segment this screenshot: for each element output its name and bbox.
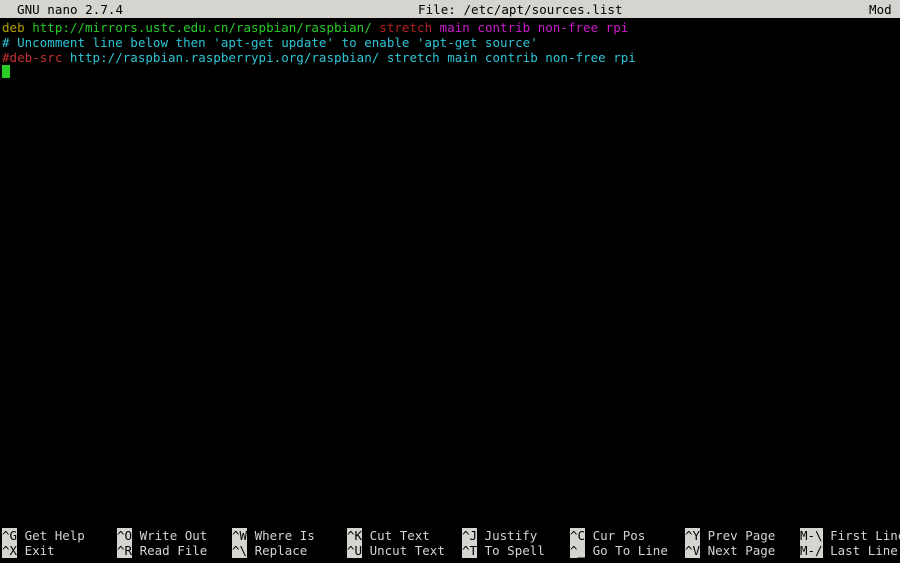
shortcut-key: ^O — [117, 528, 133, 543]
shortcut-label: Exit — [17, 543, 55, 558]
shortcut-key: ^V — [685, 543, 701, 558]
shortcut-label: Where Is — [247, 528, 315, 543]
shortcut-key: M-/ — [800, 543, 823, 558]
shortcut-entry[interactable]: ^U Uncut Text — [347, 543, 445, 558]
apt-deb-src-keyword: #deb-src — [2, 50, 63, 65]
text-cursor — [2, 65, 10, 78]
nano-version-label: GNU nano 2.7.4 — [17, 2, 124, 17]
shortcut-label: Cut Text — [362, 528, 430, 543]
apt-deb-src-rest: http://raspbian.raspberrypi.org/raspbian… — [62, 50, 636, 65]
shortcut-label: Prev Page — [700, 528, 776, 543]
apt-comment-line: # Uncomment line below then 'apt-get upd… — [2, 35, 538, 50]
shortcut-entry[interactable]: ^T To Spell — [462, 543, 545, 558]
shortcut-label: Cur Pos — [585, 528, 646, 543]
shortcut-label: Go To Line — [585, 543, 668, 558]
shortcut-key: ^Y — [685, 528, 701, 543]
shortcut-key: ^J — [462, 528, 478, 543]
shortcut-key: ^W — [232, 528, 248, 543]
shortcut-entry[interactable]: ^V Next Page — [685, 543, 775, 558]
shortcut-key: ^\ — [232, 543, 248, 558]
apt-deb-keyword: deb — [2, 20, 33, 35]
shortcut-key: ^K — [347, 528, 363, 543]
shortcut-entry[interactable]: ^_ Go To Line — [570, 543, 668, 558]
shortcut-entry[interactable]: ^G Get Help — [2, 528, 85, 543]
shortcut-entry[interactable]: ^C Cur Pos — [570, 528, 645, 543]
shortcut-label: Uncut Text — [362, 543, 445, 558]
nano-terminal-window: GNU nano 2.7.4 File: /etc/apt/sources.li… — [0, 0, 900, 563]
shortcut-label: Next Page — [700, 543, 776, 558]
shortcut-label: To Spell — [477, 543, 545, 558]
shortcut-entry[interactable]: ^O Write Out — [117, 528, 207, 543]
shortcut-label: Last Line — [822, 543, 898, 558]
editor-line-3: #deb-src http://raspbian.raspberrypi.org… — [2, 50, 636, 65]
shortcut-entry[interactable]: ^X Exit — [2, 543, 55, 558]
shortcut-key: M-\ — [800, 528, 823, 543]
shortcut-key: ^_ — [570, 543, 586, 558]
shortcut-entry[interactable]: ^J Justify — [462, 528, 537, 543]
shortcut-label: Replace — [247, 543, 308, 558]
shortcut-key: ^R — [117, 543, 133, 558]
apt-repo-url: http://mirrors.ustc.edu.cn/raspbian/rasp… — [32, 20, 380, 35]
nano-file-path-label: File: /etc/apt/sources.list — [418, 2, 623, 17]
editor-line-1: deb http://mirrors.ustc.edu.cn/raspbian/… — [2, 20, 628, 35]
shortcut-entry[interactable]: ^Y Prev Page — [685, 528, 775, 543]
nano-edit-area[interactable]: deb http://mirrors.ustc.edu.cn/raspbian/… — [0, 18, 900, 528]
nano-title-bar: GNU nano 2.7.4 File: /etc/apt/sources.li… — [0, 0, 900, 18]
nano-modified-flag: Mod — [869, 2, 892, 17]
shortcut-entry[interactable]: M-/ Last Line — [800, 543, 898, 558]
shortcut-entry[interactable]: ^K Cut Text — [347, 528, 430, 543]
nano-shortcut-bar: ^G Get Help ^X Exit ^O Write Out ^R Read Fi… — [0, 528, 900, 560]
shortcut-key: ^G — [2, 528, 18, 543]
shortcut-label: Write Out — [132, 528, 208, 543]
shortcut-entry[interactable]: ^\ Replace — [232, 543, 307, 558]
shortcut-entry[interactable]: M-\ First Line — [800, 528, 900, 543]
shortcut-key: ^X — [2, 543, 18, 558]
shortcut-label: Read File — [132, 543, 208, 558]
apt-components: main contrib non-free rpi — [439, 20, 629, 35]
shortcut-label: First Line — [822, 528, 900, 543]
shortcut-entry[interactable]: ^R Read File — [117, 543, 207, 558]
shortcut-key: ^T — [462, 543, 478, 558]
editor-line-2: # Uncomment line below then 'apt-get upd… — [2, 35, 538, 50]
shortcut-entry[interactable]: ^W Where Is — [232, 528, 315, 543]
shortcut-label: Justify — [477, 528, 538, 543]
apt-distribution: stretch — [379, 20, 440, 35]
shortcut-label: Get Help — [17, 528, 85, 543]
shortcut-key: ^U — [347, 543, 363, 558]
shortcut-key: ^C — [570, 528, 586, 543]
